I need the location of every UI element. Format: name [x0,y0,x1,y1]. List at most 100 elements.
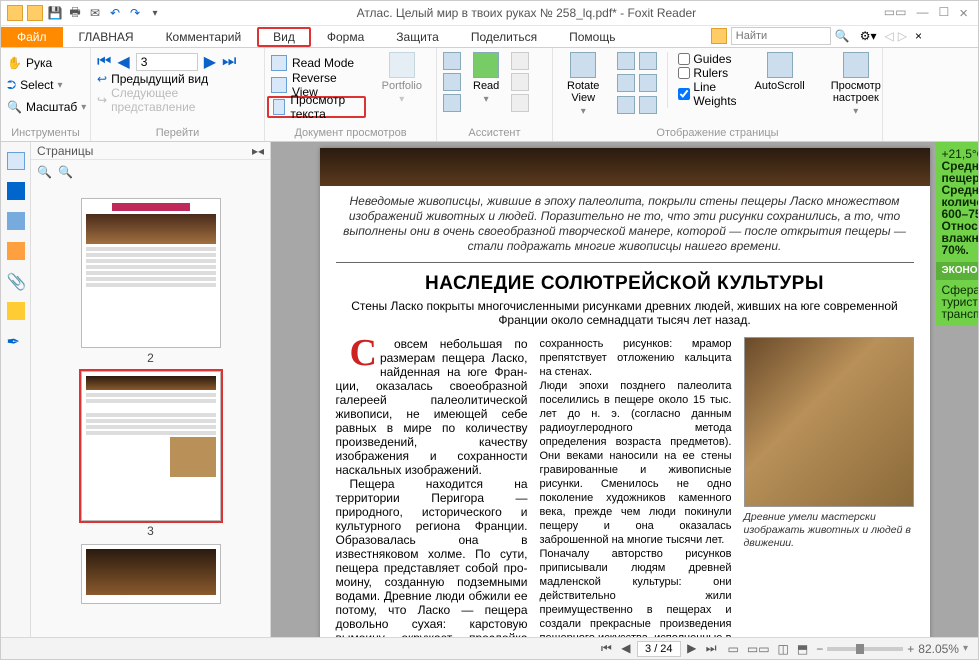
save-icon[interactable]: 💾 [47,5,63,21]
group-docviews-label: Документ просмотров [271,127,430,139]
thumbnail-page[interactable] [81,544,221,604]
maximize-icon[interactable]: ☐ [938,5,949,22]
ribbon-mode-icon[interactable]: ▭▭ [884,5,907,22]
assist-icon-6[interactable] [511,94,529,112]
epigraph: Неведомые живописцы, жившие в эпоху пале… [336,194,914,254]
assist-icon-3[interactable] [443,94,461,112]
group-goto-label: Перейти [97,127,258,139]
reverse-icon[interactable] [271,77,287,93]
status-last-icon[interactable]: ⏭ [703,641,720,655]
qat-dropdown-icon[interactable]: ▾ [147,5,163,21]
read-mode[interactable]: Read Mode [292,56,354,70]
assist-icon-2[interactable] [443,73,461,91]
last-page-icon[interactable]: ⏭ [222,53,236,71]
tab-share[interactable]: Поделиться [455,27,553,47]
page-input[interactable] [136,53,198,71]
status-view-icon-3[interactable]: ◫ [778,642,789,656]
prev-page-icon[interactable]: ◀ [117,52,129,72]
nav-prev-icon[interactable]: ◁ [885,29,894,43]
zoom-in-icon[interactable]: + [907,642,914,656]
autoscroll-button[interactable]: AutoScroll [747,52,813,92]
status-view-icon-1[interactable]: ▭ [728,642,739,656]
thumbnails-title: Страницы [37,144,93,158]
first-page-icon[interactable]: ⏮ [97,53,111,71]
open-recent-icon[interactable] [27,5,43,21]
layout-icon-4[interactable] [639,74,657,92]
undo-icon[interactable]: ↶ [107,5,123,21]
tab-comment[interactable]: Комментарий [150,27,258,47]
zoom-slider[interactable] [827,647,903,651]
print-icon[interactable]: 🖶 [67,5,83,21]
hand-icon[interactable]: ✋ [7,56,22,70]
gear-icon[interactable]: ⚙▾ [860,29,877,43]
open-icon[interactable] [7,5,23,21]
tab-help[interactable]: Помощь [553,27,631,47]
view-settings-button[interactable]: Просмотр настроек▾ [823,52,889,117]
minimize-icon[interactable]: — [916,5,928,22]
tab-protect[interactable]: Защита [380,27,455,47]
guides-check[interactable]: Guides [678,52,736,66]
sb-comments-icon[interactable] [7,242,25,260]
text-view[interactable]: Просмотр текста [290,93,359,121]
layout-icon-6[interactable] [639,96,657,114]
read-mode-icon[interactable] [271,55,287,71]
next-page-icon[interactable]: ▶ [204,52,216,72]
assist-icon-1[interactable] [443,52,461,70]
search-input[interactable] [731,27,831,45]
thumb-zoom-in-icon[interactable]: 🔍 [37,165,52,179]
layout-icon-1[interactable] [617,52,635,70]
layout-icon-2[interactable] [639,52,657,70]
thumbnails-panel: Страницы ▸◂ 🔍 🔍 2 3 [31,142,271,637]
nav-next-icon[interactable]: ▷ [898,29,907,43]
tab-close-icon[interactable]: × [915,29,922,43]
status-view-icon-4[interactable]: ⬒ [797,642,808,656]
sb-signature-icon[interactable]: ✒ [7,332,25,350]
sb-pages-icon[interactable] [7,182,25,200]
lineweights-check[interactable]: Line Weights [678,80,736,108]
rulers-check[interactable]: Rulers [678,66,736,80]
assist-icon-4[interactable] [511,52,529,70]
layout-icon-5[interactable] [617,96,635,114]
select-tool[interactable]: Select [20,78,53,92]
layout-icon-3[interactable] [617,74,635,92]
assist-icon-5[interactable] [511,73,529,91]
status-page-input[interactable] [637,641,681,657]
select-icon[interactable]: ⮊ [7,78,16,93]
hand-tool[interactable]: Рука [26,56,52,70]
zoom-icon[interactable]: 🔍 [7,100,22,114]
thumbnails-list[interactable]: 2 3 [31,184,270,637]
tab-form[interactable]: Форма [311,27,380,47]
search-folder-icon[interactable] [711,28,727,44]
status-next-icon[interactable]: ▶ [684,641,699,655]
rotate-button[interactable]: Rotate View▾ [559,52,607,117]
zoom-out-icon[interactable]: − [816,642,823,656]
text-view-icon[interactable] [273,99,285,115]
search-icon[interactable]: 🔍 [835,29,850,43]
close-icon[interactable]: × [959,5,968,22]
thumbnail-page[interactable]: 2 [81,198,221,365]
sb-thumbnail-icon[interactable] [7,152,25,170]
status-view-icon-2[interactable]: ▭▭ [747,642,770,656]
tab-view[interactable]: Вид [257,27,311,47]
tab-file[interactable]: Файл [1,27,63,47]
thumb-zoom-out-icon[interactable]: 🔍 [58,165,73,179]
email-icon[interactable]: ✉ [87,5,103,21]
read-aloud-button[interactable]: Read▾ [465,52,507,105]
window-buttons: ▭▭ — ☐ × [884,5,978,22]
redo-icon[interactable]: ↷ [127,5,143,21]
next-view-link: ↪Следующее представление [97,86,258,114]
document-view[interactable]: +21,5°С. Средняя температура в пещере: +… [271,142,978,637]
status-first-icon[interactable]: ⏮ [598,641,615,655]
sb-attach-icon[interactable]: 📎 [7,272,25,290]
status-prev-icon[interactable]: ◀ [618,641,633,655]
thumbs-collapse-icon[interactable]: ▸◂ [252,144,264,158]
sb-security-icon[interactable] [7,302,25,320]
prev-view-link[interactable]: ↩Предыдущий вид [97,72,258,86]
zoom-dropdown-icon[interactable]: ▾ [963,643,968,654]
sb-layers-icon[interactable] [7,212,25,230]
zoom-tool[interactable]: Масштаб [26,100,77,114]
group-assist-label: Ассистент [443,127,546,139]
tab-home[interactable]: ГЛАВНАЯ [63,27,150,47]
thumbnail-page[interactable]: 3 [81,371,221,538]
photo-caption: Древние умели мастерски изображать живот… [744,511,914,550]
